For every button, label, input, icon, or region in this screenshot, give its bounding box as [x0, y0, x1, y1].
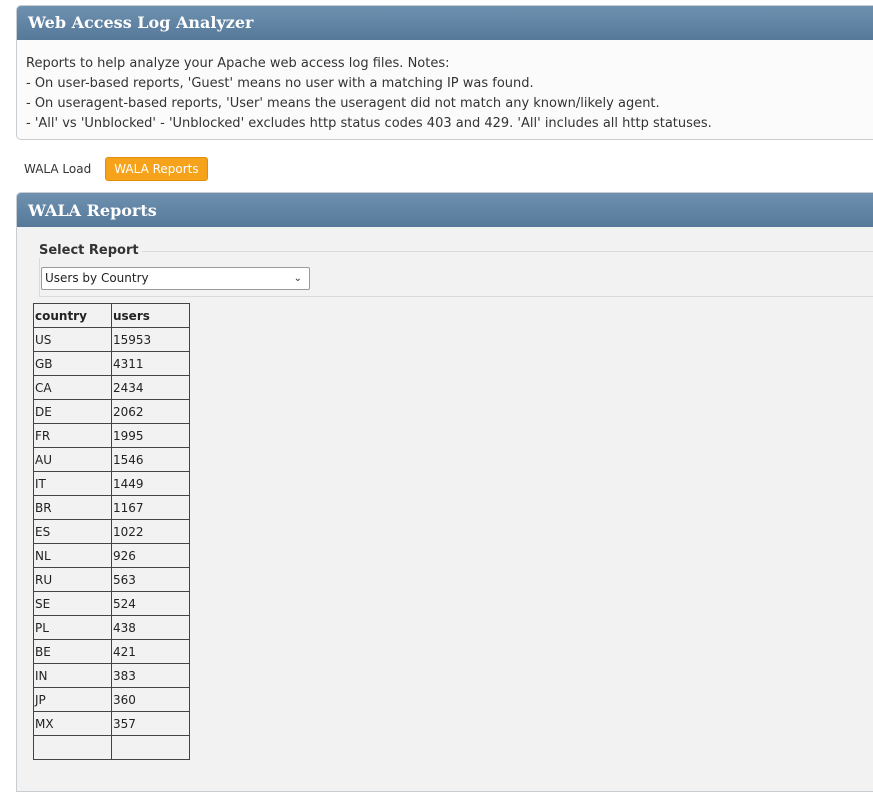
tab-wala-load[interactable]: WALA Load: [24, 158, 91, 180]
column-header-users: users: [111, 303, 190, 328]
table-row: FR 1995: [33, 423, 190, 448]
table-row: IN 383: [33, 663, 190, 688]
table-header-row: country users: [33, 303, 190, 328]
cell-users: 524: [111, 591, 190, 616]
cell-country: CA: [33, 375, 112, 400]
notes-block: Reports to help analyze your Apache web …: [17, 40, 873, 134]
chevron-down-icon: ⌄: [293, 273, 302, 284]
table-row: RU 563: [33, 567, 190, 592]
select-report-legend: Select Report: [17, 243, 142, 258]
cell-country: US: [33, 327, 112, 352]
table-row: NL 926: [33, 543, 190, 568]
cell-users: 360: [111, 687, 190, 712]
cell-country: FR: [33, 423, 112, 448]
cell-users: 2062: [111, 399, 190, 424]
report-select-value: Users by Country: [45, 271, 149, 285]
reports-panel: WALA Reports Select Report Users by Coun…: [16, 192, 873, 792]
cell-country: SE: [33, 591, 112, 616]
cell-country: AU: [33, 447, 112, 472]
table-row: ES 1022: [33, 519, 190, 544]
intro-panel: Web Access Log Analyzer Reports to help …: [16, 5, 873, 140]
cell-country: PL: [33, 615, 112, 640]
cell-users: 421: [111, 639, 190, 664]
note-line: - On useragent-based reports, 'User' mea…: [26, 96, 660, 111]
cell-users: 926: [111, 543, 190, 568]
tab-bar: WALA Load WALA Reports: [24, 156, 208, 181]
cell-country: ES: [33, 519, 112, 544]
cell-users: 1022: [111, 519, 190, 544]
table-row: SE 524: [33, 591, 190, 616]
cell-users: 1449: [111, 471, 190, 496]
cell-country: NL: [33, 543, 112, 568]
table-row: MX 357: [33, 711, 190, 736]
reports-title: WALA Reports: [17, 193, 873, 227]
cell-country: IN: [33, 663, 112, 688]
cell-country: BE: [33, 639, 112, 664]
column-header-country: country: [33, 303, 112, 328]
cell-country: RU: [33, 567, 112, 592]
cell-country: GB: [33, 351, 112, 376]
table-row: AU 1546: [33, 447, 190, 472]
tab-wala-reports[interactable]: WALA Reports: [105, 156, 208, 181]
cell-users: 563: [111, 567, 190, 592]
cell-country: DE: [33, 399, 112, 424]
table-row: BR 1167: [33, 495, 190, 520]
cell-users: [111, 735, 190, 760]
cell-country: MX: [33, 711, 112, 736]
cell-users: 1995: [111, 423, 190, 448]
cell-users: 1167: [111, 495, 190, 520]
table-row: US 15953: [33, 327, 190, 352]
cell-country: BR: [33, 495, 112, 520]
table-row: GB 4311: [33, 351, 190, 376]
cell-users: 438: [111, 615, 190, 640]
cell-users: 15953: [111, 327, 190, 352]
cell-users: 383: [111, 663, 190, 688]
note-line: Reports to help analyze your Apache web …: [26, 56, 450, 71]
app-title: Web Access Log Analyzer: [17, 6, 873, 40]
cell-country: JP: [33, 687, 112, 712]
table-row: DE 2062: [33, 399, 190, 424]
report-select[interactable]: Users by Country ⌄: [41, 267, 310, 290]
report-table-body: US 15953 GB 4311 CA 2434 DE 2062 FR 1995 AU 1546 IT 1…: [33, 327, 190, 760]
table-row: BE 421: [33, 639, 190, 664]
note-line: - On user-based reports, 'Guest' means n…: [26, 76, 534, 91]
cell-users: 1546: [111, 447, 190, 472]
note-line: - 'All' vs 'Unblocked' - 'Unblocked' exc…: [26, 116, 712, 131]
cell-users: 2434: [111, 375, 190, 400]
cell-country: IT: [33, 471, 112, 496]
table-row: [33, 735, 190, 760]
cell-country: [33, 735, 112, 760]
table-row: IT 1449: [33, 471, 190, 496]
table-row: PL 438: [33, 615, 190, 640]
report-table: country users US 15953 GB 4311 CA 2434 DE 2062 F…: [33, 303, 190, 760]
table-row: JP 360: [33, 687, 190, 712]
table-row: CA 2434: [33, 375, 190, 400]
cell-users: 357: [111, 711, 190, 736]
cell-users: 4311: [111, 351, 190, 376]
